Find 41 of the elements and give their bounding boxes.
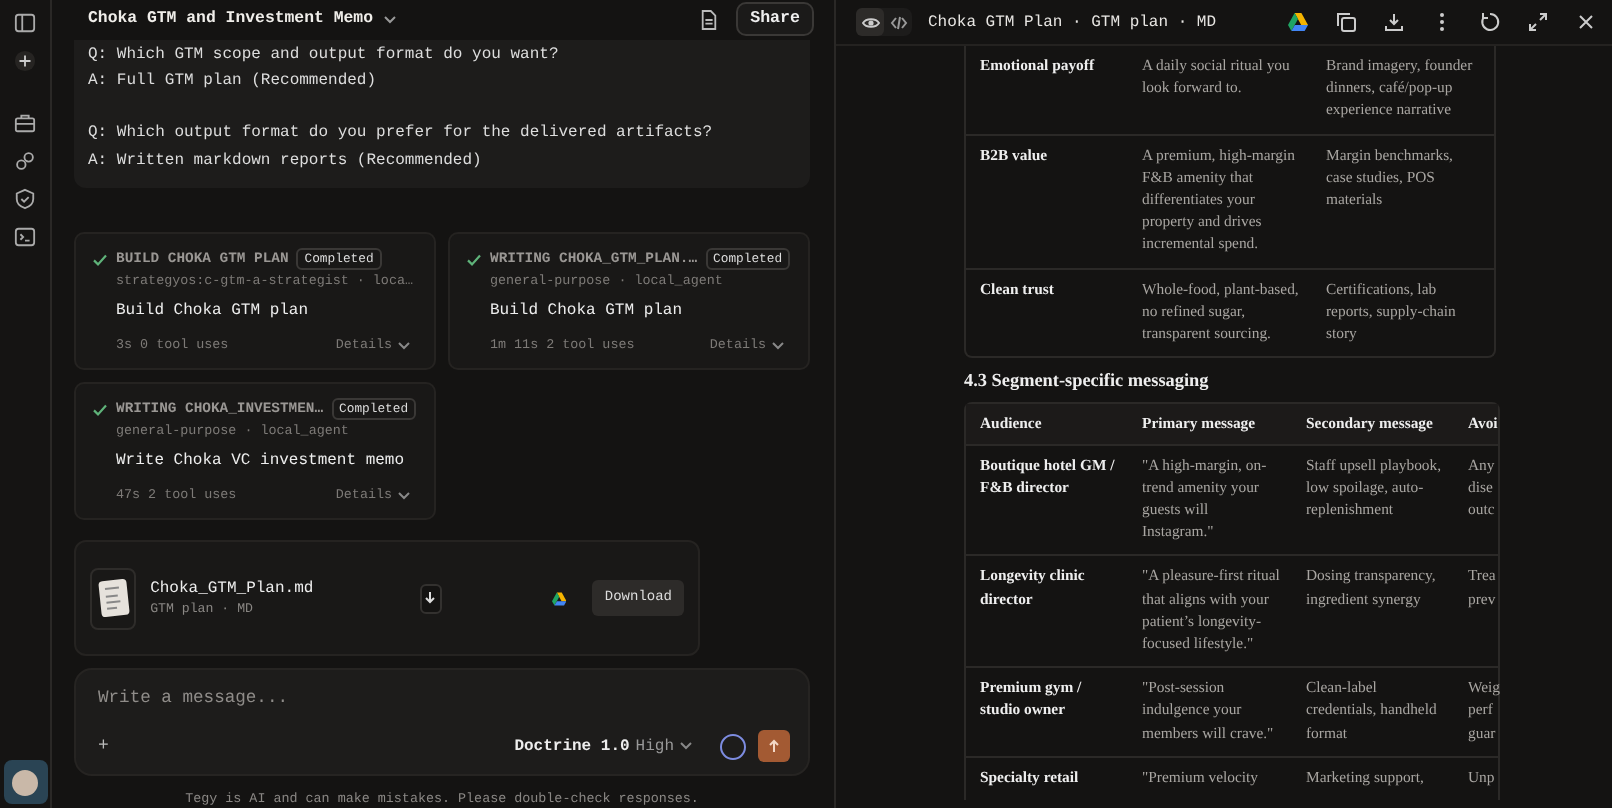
plus-icon[interactable]	[14, 50, 36, 72]
circle-icon	[720, 733, 746, 759]
drive-icon[interactable]	[552, 589, 567, 607]
preview-mode-button[interactable]	[856, 8, 884, 36]
send-button[interactable]	[758, 730, 790, 762]
chevron-down-icon	[398, 342, 410, 350]
copy-icon[interactable]	[1336, 12, 1356, 32]
conversation-title: Choka GTM and Investment Memo	[88, 10, 373, 29]
file-name: Choka_GTM_Plan.md	[150, 580, 314, 598]
briefcase-icon[interactable]	[14, 112, 36, 134]
close-icon[interactable]	[1576, 12, 1596, 32]
chevron-down-icon	[398, 492, 410, 500]
task-title: Build Choka GTM plan	[114, 302, 311, 320]
chevron-down-icon	[772, 342, 784, 350]
expand-icon[interactable]	[1528, 12, 1548, 32]
chevron-down-icon	[680, 742, 692, 750]
refresh-icon[interactable]	[1480, 12, 1500, 32]
sidebar-toggle-icon[interactable]	[14, 12, 36, 34]
download-icon-button[interactable]	[419, 583, 443, 613]
task-title: Build Choka GTM plan	[488, 302, 685, 320]
eye-icon	[861, 13, 879, 31]
user-avatar[interactable]	[3, 760, 47, 804]
drive-icon[interactable]	[1288, 12, 1308, 32]
qa-message: Q: Which GTM scope and output format do you want? A: Full GTM plan (Recommended) Q: Which output format do you prefer for the delivered artifacts? A: Written markdown reports (Recommended)	[74, 39, 810, 188]
message-input[interactable]: Write a message...	[98, 688, 790, 708]
section-heading: 4.3 Segment-specific messaging	[964, 370, 1211, 393]
preview-title: Choka GTM Plan · GTM plan · MD	[928, 13, 1217, 31]
document-icon	[97, 578, 130, 618]
chevron-down-icon[interactable]	[383, 15, 395, 24]
arrow-down-icon	[422, 590, 439, 606]
document-icon[interactable]	[700, 9, 719, 30]
task-title: Write Choka VC investment memo	[114, 452, 407, 470]
link-icon[interactable]	[14, 150, 36, 172]
add-button[interactable]: +	[98, 736, 109, 756]
shield-check-icon[interactable]	[14, 188, 36, 210]
share-button[interactable]: Share	[736, 2, 814, 37]
download-icon[interactable]	[1384, 12, 1404, 32]
model-selector[interactable]: Doctrine 1.0 High	[514, 737, 692, 755]
code-icon	[889, 13, 907, 31]
terminal-icon[interactable]	[14, 226, 36, 248]
arrow-up-icon	[766, 738, 782, 754]
